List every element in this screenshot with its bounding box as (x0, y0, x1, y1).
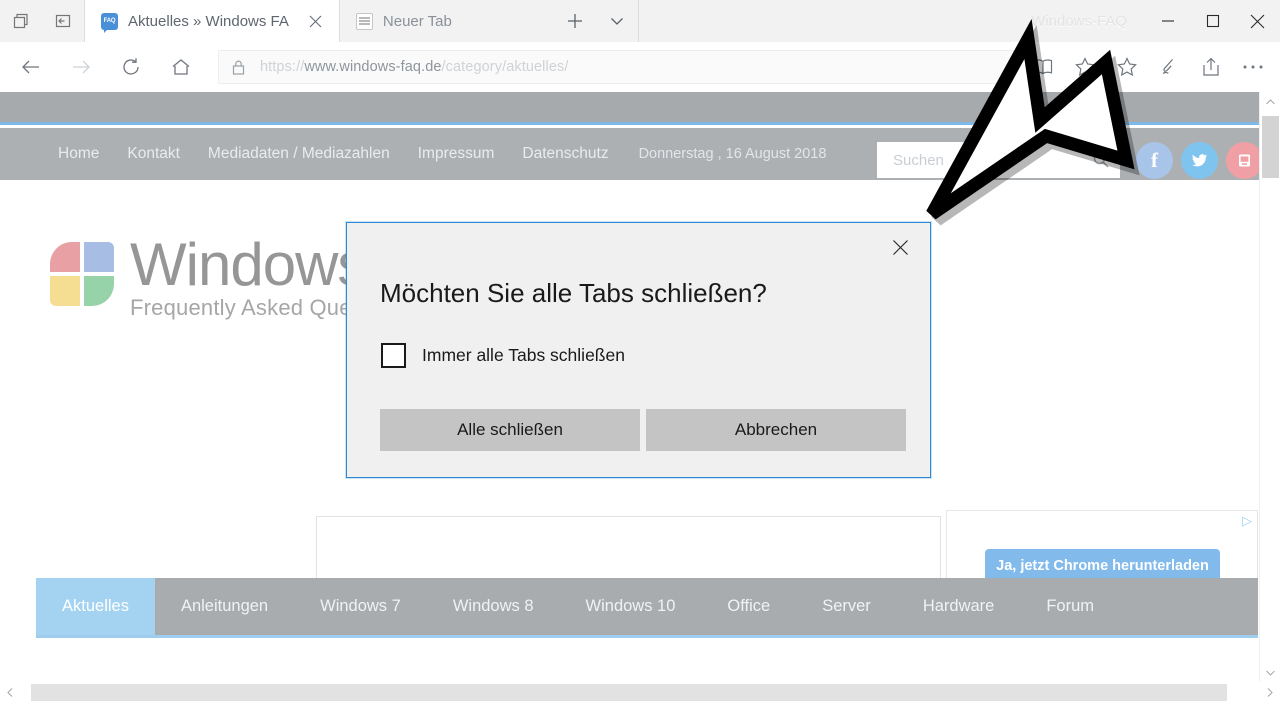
facebook-icon[interactable]: f (1136, 142, 1173, 179)
tab-close-icon[interactable] (303, 8, 329, 34)
category-tab-hardware[interactable]: Hardware (897, 578, 1021, 635)
always-close-all-tabs-checkbox[interactable]: Immer alle Tabs schließen (381, 343, 625, 368)
url-path: /category/aktuelles/ (442, 59, 569, 75)
back-icon[interactable] (11, 47, 51, 87)
site-top-band (0, 92, 1280, 125)
nav-item-mediadaten[interactable]: Mediadaten / Mediazahlen (194, 145, 404, 163)
logo-text: Windows Frequently Asked Quest (130, 236, 369, 321)
new-tab-button[interactable] (554, 0, 596, 42)
restore-tabs-icon[interactable] (42, 0, 84, 42)
checkbox-box[interactable] (381, 343, 406, 368)
tab-strip: FAQ Aktuelles » Windows FA Neuer Tab Win… (0, 0, 1280, 42)
site-search-box[interactable]: Suchen (877, 142, 1120, 178)
minimize-button[interactable] (1145, 0, 1190, 42)
maximize-button[interactable] (1190, 0, 1235, 42)
windows-logo-icon (50, 242, 114, 306)
category-tab-bar: Aktuelles Anleitungen Windows 7 Windows … (36, 578, 1258, 638)
logo-title: Windows (130, 236, 369, 293)
horizontal-scroll-thumb[interactable] (31, 684, 1227, 701)
ad-choices-icon[interactable]: ▷ (1242, 514, 1252, 527)
window-controls: Windows-FAQ (1031, 0, 1280, 42)
search-input[interactable]: Suchen (893, 152, 944, 169)
category-tab-windows-7[interactable]: Windows 7 (294, 578, 427, 635)
twitter-icon[interactable] (1181, 142, 1218, 179)
address-bar-url: https://www.windows-faq.de/category/aktu… (260, 59, 568, 75)
favicon-text: FAQ (104, 18, 116, 24)
category-tab-windows-10[interactable]: Windows 10 (560, 578, 702, 635)
scroll-down-icon[interactable] (1260, 662, 1280, 683)
edge-browser-window: FAQ Aktuelles » Windows FA Neuer Tab Win… (0, 0, 1280, 703)
nav-item-datenschutz[interactable]: Datenschutz (508, 145, 622, 163)
scroll-up-icon[interactable] (1260, 92, 1280, 113)
browser-tab-title: Aktuelles » Windows FA (128, 13, 289, 30)
search-icon[interactable] (1092, 151, 1110, 169)
close-button[interactable] (1235, 0, 1280, 42)
site-date: Donnerstag , 16 August 2018 (639, 146, 827, 162)
web-note-pen-icon[interactable] (1148, 46, 1190, 88)
window-watermark: Windows-FAQ (1031, 13, 1127, 30)
close-all-button[interactable]: Alle schließen (380, 409, 640, 451)
dialog-button-row: Alle schließen Abbrechen (380, 409, 906, 451)
scroll-right-icon[interactable] (1259, 682, 1280, 703)
site-logo[interactable]: Windows Frequently Asked Quest (50, 236, 369, 321)
category-tab-forum[interactable]: Forum (1020, 578, 1120, 635)
browser-tab-active[interactable]: FAQ Aktuelles » Windows FA (84, 0, 339, 42)
favorite-star-icon[interactable] (1064, 46, 1106, 88)
social-links: f (1136, 142, 1263, 179)
dialog-title: Möchten Sie alle Tabs schließen? (380, 278, 767, 309)
category-tab-anleitungen[interactable]: Anleitungen (155, 578, 294, 635)
vertical-scroll-thumb[interactable] (1262, 116, 1279, 178)
dialog-close-icon[interactable] (878, 231, 922, 263)
horizontal-scroll-track[interactable] (21, 682, 1259, 703)
nav-item-impressum[interactable]: Impressum (404, 145, 509, 163)
newtab-icon (356, 13, 373, 30)
lock-icon (231, 59, 246, 76)
category-tab-windows-8[interactable]: Windows 8 (427, 578, 560, 635)
more-options-icon[interactable] (1232, 46, 1274, 88)
close-all-tabs-dialog: Möchten Sie alle Tabs schließen? Immer a… (346, 222, 931, 478)
youtube-icon[interactable] (1226, 142, 1263, 179)
reading-view-icon[interactable] (1022, 46, 1064, 88)
checkbox-label: Immer alle Tabs schließen (422, 345, 625, 366)
nav-item-kontakt[interactable]: Kontakt (113, 145, 194, 163)
forward-icon[interactable] (61, 47, 101, 87)
url-scheme: https:// (260, 59, 304, 75)
hub-favorites-icon[interactable] (1106, 46, 1148, 88)
set-tabs-aside-icon[interactable] (0, 0, 42, 42)
vertical-scrollbar[interactable] (1259, 92, 1280, 683)
category-tab-office[interactable]: Office (701, 578, 796, 635)
home-icon[interactable] (161, 47, 201, 87)
share-icon[interactable] (1190, 46, 1232, 88)
url-host: www.windows-faq.de (304, 59, 441, 75)
browser-tab-newtab[interactable]: Neuer Tab (339, 0, 554, 42)
category-tab-aktuelles[interactable]: Aktuelles (36, 578, 155, 635)
browser-toolbar: https://www.windows-faq.de/category/aktu… (0, 42, 1280, 92)
chevron-down-icon[interactable] (596, 0, 638, 42)
cancel-button[interactable]: Abbrechen (646, 409, 906, 451)
top-nav-items: Home Kontakt Mediadaten / Mediazahlen Im… (0, 145, 826, 163)
logo-subtitle: Frequently Asked Quest (130, 295, 369, 321)
nav-item-home[interactable]: Home (44, 145, 113, 163)
address-bar[interactable]: https://www.windows-faq.de/category/aktu… (218, 50, 1014, 84)
category-tab-server[interactable]: Server (796, 578, 897, 635)
refresh-icon[interactable] (111, 47, 151, 87)
faq-bubble-icon: FAQ (101, 13, 118, 30)
horizontal-scrollbar[interactable] (0, 682, 1280, 703)
scroll-left-icon[interactable] (0, 682, 21, 703)
browser-tab-title: Neuer Tab (383, 13, 452, 30)
